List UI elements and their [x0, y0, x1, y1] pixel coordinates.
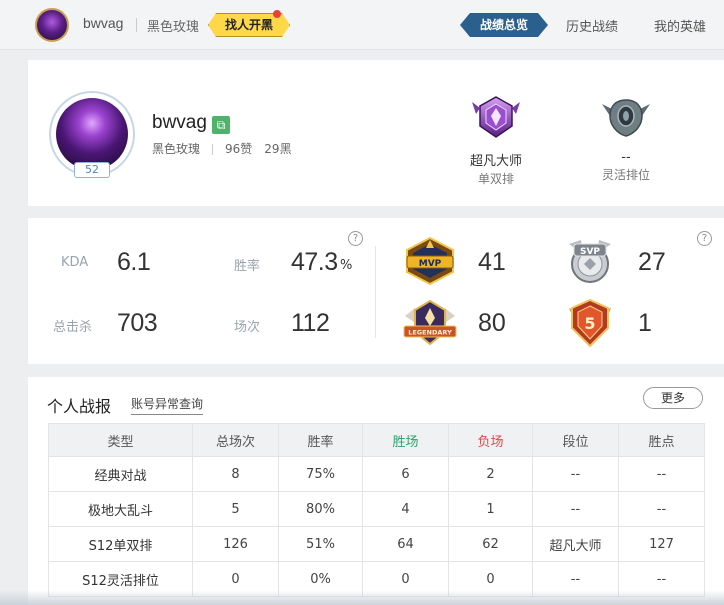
table-cell: -- [618, 491, 705, 527]
kda-label: KDA [61, 255, 89, 270]
column-header: 总场次 [192, 423, 279, 457]
column-header: 段位 [532, 423, 619, 457]
games-value: 112 [291, 309, 330, 337]
help-icon[interactable]: ? [348, 231, 363, 246]
table-cell: 62 [448, 526, 533, 562]
level-badge: 52 [74, 162, 110, 178]
svp-count: 27 [638, 248, 666, 276]
table-header-row: 类型 总场次 胜率 胜场 负场 段位 胜点 [48, 423, 705, 457]
profile-card: 52 bwvag ⧉ 黑色玫瑰 96赞 29黑 超凡大师 单双排 -- 灵活排位 [28, 60, 724, 206]
table-cell: 经典对战 [48, 456, 193, 492]
top-username: bwvag [83, 15, 124, 31]
svp-medal-icon: SVP [569, 240, 611, 283]
table-cell: -- [532, 491, 619, 527]
games-label: 场次 [234, 320, 261, 335]
legendary-medal-label: LEGENDARY [408, 329, 452, 337]
mvp-medal-label: MVP [419, 259, 442, 269]
column-header: 胜场 [362, 423, 449, 457]
winrate-unit: % [340, 258, 353, 273]
table-cell: -- [618, 456, 705, 492]
column-header: 胜率 [278, 423, 363, 457]
table-cell: 5 [192, 491, 279, 527]
table-cell: 80% [278, 491, 363, 527]
kda-value: 6.1 [117, 248, 151, 276]
top-server-name: 黑色玫瑰 [147, 20, 200, 35]
blacks-count: 29黑 [264, 142, 292, 156]
unranked-emblem-icon [602, 99, 650, 137]
bottom-shadow [0, 590, 724, 605]
table-cell: 126 [192, 526, 279, 562]
divider [136, 18, 137, 32]
rank-flex: -- 灵活排位 [586, 96, 666, 183]
legendary-count: 80 [478, 309, 506, 337]
table-cell: 64 [362, 526, 449, 562]
svp-medal-label: SVP [580, 247, 600, 257]
report-table: 类型 总场次 胜率 胜场 负场 段位 胜点 经典对战 8 75% 6 2 -- … [48, 423, 705, 597]
table-cell: 2 [448, 456, 533, 492]
user-avatar[interactable] [35, 8, 69, 42]
copy-icon[interactable]: ⧉ [212, 116, 230, 134]
profile-server: 黑色玫瑰 [152, 142, 201, 156]
rank-tier: -- [621, 150, 631, 165]
table-row: 经典对战 8 75% 6 2 -- -- [48, 456, 705, 492]
master-rank-emblem-icon [472, 96, 520, 138]
divider [375, 246, 376, 338]
kills-value: 703 [117, 309, 158, 337]
help-icon[interactable]: ? [697, 231, 712, 246]
table-cell: 1 [448, 491, 533, 527]
account-check-link[interactable]: 账号异常查询 [131, 395, 204, 415]
notification-dot-icon [273, 10, 281, 18]
tab-heroes[interactable]: 我的英雄 [654, 16, 706, 35]
table-cell: -- [532, 456, 619, 492]
table-row: S12单双排 126 51% 64 62 超凡大师 127 [48, 526, 705, 562]
pentakill-medal-icon: 5 [569, 298, 611, 348]
table-row: 极地大乱斗 5 80% 4 1 -- -- [48, 491, 705, 527]
tab-overview[interactable]: 战绩总览 [460, 13, 548, 37]
profile-meta: 黑色玫瑰 96赞 29黑 [152, 140, 292, 157]
legendary-medal-icon: LEGENDARY [403, 299, 457, 346]
more-button[interactable]: 更多 [643, 387, 703, 409]
winrate-label: 胜率 [234, 259, 261, 274]
column-header: 类型 [48, 423, 193, 457]
table-cell: 极地大乱斗 [48, 491, 193, 527]
table-cell: 超凡大师 [532, 526, 619, 562]
mvp-medal-icon: MVP [406, 236, 454, 286]
kills-label: 总击杀 [53, 320, 93, 335]
column-header: 胜点 [618, 423, 705, 457]
table-cell: 4 [362, 491, 449, 527]
likes-count: 96赞 [225, 142, 253, 156]
stats-card: KDA 6.1 胜率 47.3 % ? 总击杀 703 场次 112 MVP 4… [28, 218, 724, 364]
pentakill-count: 1 [638, 309, 652, 337]
column-header: 负场 [448, 423, 533, 457]
top-bar: bwvag 黑色玫瑰 找人开黑 战绩总览 历史战绩 我的英雄 [0, 0, 724, 50]
tab-history[interactable]: 历史战绩 [566, 16, 618, 35]
report-title: 个人战报 [47, 397, 112, 416]
pentakill-medal-label: 5 [584, 314, 595, 333]
table-cell: 8 [192, 456, 279, 492]
winrate-value: 47.3 [291, 248, 338, 276]
rank-solo-duo: 超凡大师 单双排 [456, 96, 536, 187]
table-cell: S12单双排 [48, 526, 193, 562]
profile-avatar [56, 98, 128, 170]
report-card: 个人战报 账号异常查询 更多 类型 总场次 胜率 胜场 负场 段位 胜点 经典对… [28, 377, 724, 605]
mvp-count: 41 [478, 248, 506, 276]
rank-queue: 灵活排位 [601, 168, 650, 182]
profile-name: bwvag [152, 112, 207, 133]
table-cell: 6 [362, 456, 449, 492]
table-cell: 51% [278, 526, 363, 562]
rank-tier: 超凡大师 [469, 154, 522, 169]
divider [212, 144, 214, 155]
rank-queue: 单双排 [477, 172, 514, 186]
table-cell: 75% [278, 456, 363, 492]
table-cell: 127 [618, 526, 705, 562]
